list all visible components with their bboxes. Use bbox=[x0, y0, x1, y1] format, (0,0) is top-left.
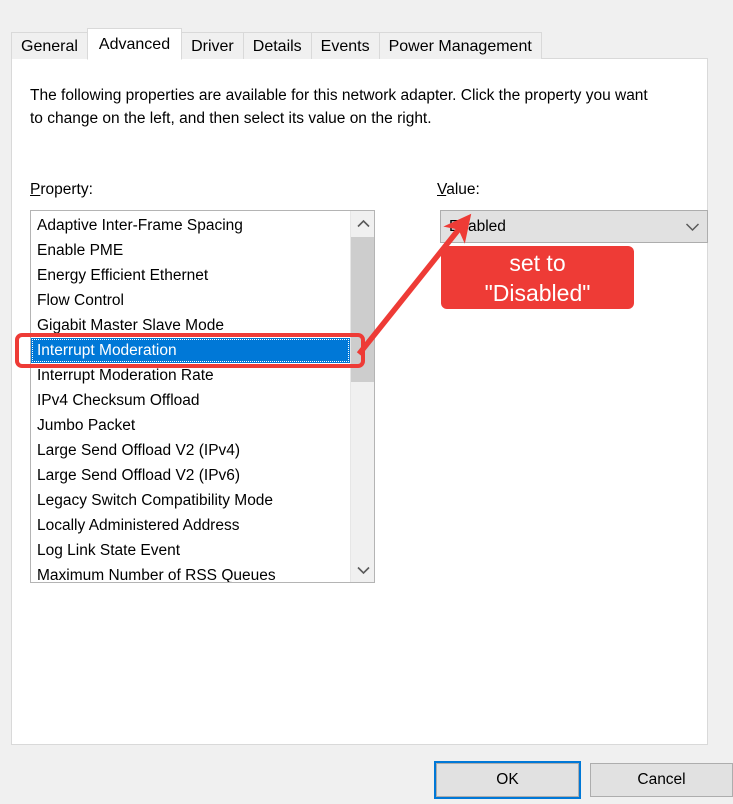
annotation-line-2: "Disabled" bbox=[484, 279, 591, 306]
list-item[interactable]: Jumbo Packet bbox=[31, 413, 350, 438]
value-label-accel: V bbox=[437, 181, 447, 198]
annotation-callout-box: set to "Disabled" bbox=[441, 246, 634, 309]
tab-general[interactable]: General bbox=[11, 32, 88, 59]
tab-events[interactable]: Events bbox=[310, 32, 380, 59]
scrollbar-thumb[interactable] bbox=[351, 237, 374, 382]
property-listbox[interactable]: Adaptive Inter-Frame Spacing Enable PME … bbox=[30, 210, 375, 583]
tab-power-management[interactable]: Power Management bbox=[378, 32, 542, 59]
chevron-up-icon[interactable] bbox=[351, 211, 374, 235]
annotation-line-1: set to bbox=[509, 249, 566, 276]
list-item[interactable]: Maximum Number of RSS Queues bbox=[31, 563, 350, 582]
list-item[interactable]: Gigabit Master Slave Mode bbox=[31, 313, 350, 338]
list-item[interactable]: Interrupt Moderation Rate bbox=[31, 363, 350, 388]
property-label-accel: P bbox=[30, 181, 41, 198]
list-item[interactable]: Flow Control bbox=[31, 288, 350, 313]
property-list-items[interactable]: Adaptive Inter-Frame Spacing Enable PME … bbox=[31, 211, 350, 582]
value-combobox-text: Enabled bbox=[449, 217, 506, 235]
description-text: The following properties are available f… bbox=[30, 87, 648, 127]
property-list-scrollbar[interactable] bbox=[350, 211, 374, 582]
chevron-down-icon[interactable] bbox=[677, 222, 707, 232]
list-item[interactable]: IPv4 Checksum Offload bbox=[31, 388, 350, 413]
list-item[interactable]: Large Send Offload V2 (IPv6) bbox=[31, 463, 350, 488]
property-label-rest: roperty: bbox=[40, 181, 93, 198]
list-item[interactable]: Adaptive Inter-Frame Spacing bbox=[31, 213, 350, 238]
chevron-down-icon[interactable] bbox=[351, 558, 374, 582]
ok-button[interactable]: OK bbox=[436, 763, 579, 797]
list-item-selected-interrupt-moderation[interactable]: Interrupt Moderation bbox=[31, 338, 350, 363]
tab-driver[interactable]: Driver bbox=[181, 32, 244, 59]
list-item[interactable]: Legacy Switch Compatibility Mode bbox=[31, 488, 350, 513]
value-label: Value: bbox=[437, 181, 480, 199]
tab-strip: General Advanced Driver Details Events P… bbox=[11, 27, 542, 60]
tab-details[interactable]: Details bbox=[242, 32, 312, 59]
cancel-button[interactable]: Cancel bbox=[590, 763, 733, 797]
list-item[interactable]: Enable PME bbox=[31, 238, 350, 263]
list-item[interactable]: Energy Efficient Ethernet bbox=[31, 263, 350, 288]
list-item[interactable]: Locally Administered Address bbox=[31, 513, 350, 538]
property-label: Property: bbox=[30, 181, 93, 199]
tab-advanced[interactable]: Advanced bbox=[86, 28, 183, 60]
value-label-rest: alue: bbox=[446, 181, 480, 198]
network-adapter-properties-dialog: General Advanced Driver Details Events P… bbox=[0, 0, 733, 804]
list-item[interactable]: Log Link State Event bbox=[31, 538, 350, 563]
value-combobox[interactable]: Enabled bbox=[440, 210, 708, 243]
list-item[interactable]: Large Send Offload V2 (IPv4) bbox=[31, 438, 350, 463]
